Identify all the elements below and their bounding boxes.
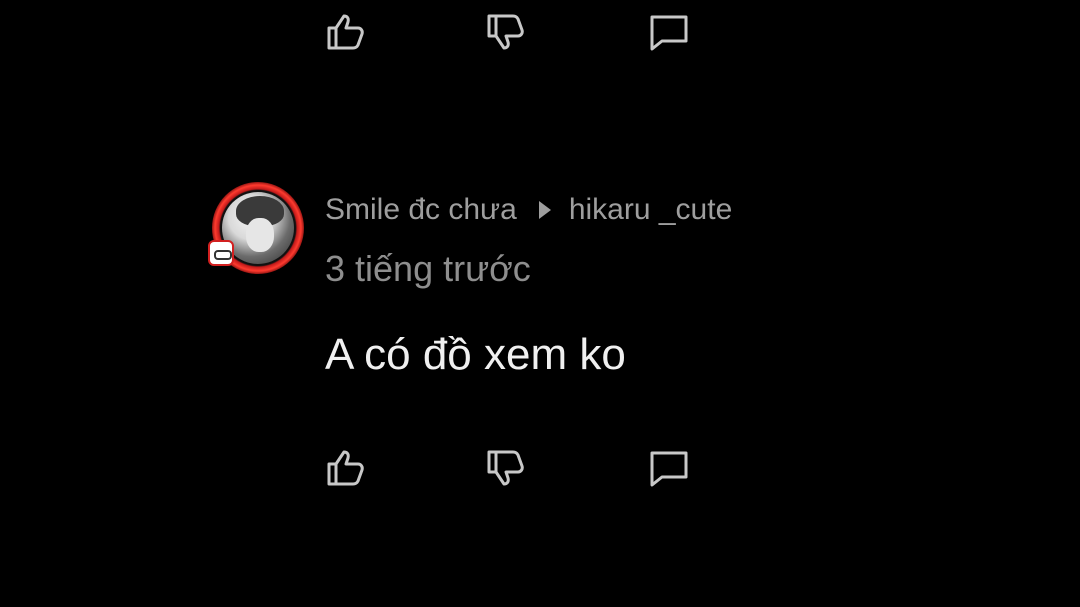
like-button[interactable]: [325, 12, 369, 52]
comment-actions: [325, 448, 705, 488]
comment-icon: [650, 451, 688, 487]
comment-meta: Smile đc chưa hikaru _cute: [325, 192, 732, 228]
comment-text: A có đồ xem ko: [325, 330, 626, 379]
comment-item: Smile đc chưa hikaru _cute 3 tiếng trước…: [208, 180, 968, 400]
thumbs-up-icon: [327, 450, 364, 486]
previous-comment-actions: [325, 12, 705, 52]
thumbs-down-icon: [487, 14, 524, 50]
comment-timestamp: 3 tiếng trước: [325, 248, 531, 289]
author-name[interactable]: Smile đc chưa: [325, 193, 517, 227]
play-arrow-icon: [538, 201, 551, 219]
dislike-button[interactable]: [485, 12, 529, 52]
reply-to-name[interactable]: hikaru _cute: [569, 193, 732, 227]
reply-button[interactable]: [647, 12, 691, 52]
avatar-badge-icon: [208, 240, 234, 266]
avatar[interactable]: [208, 180, 306, 278]
dislike-button[interactable]: [485, 448, 529, 488]
comment-icon: [650, 15, 688, 51]
thumbs-down-icon: [487, 450, 524, 486]
reply-button[interactable]: [647, 448, 691, 488]
like-button[interactable]: [325, 448, 369, 488]
thumbs-up-icon: [327, 14, 364, 50]
